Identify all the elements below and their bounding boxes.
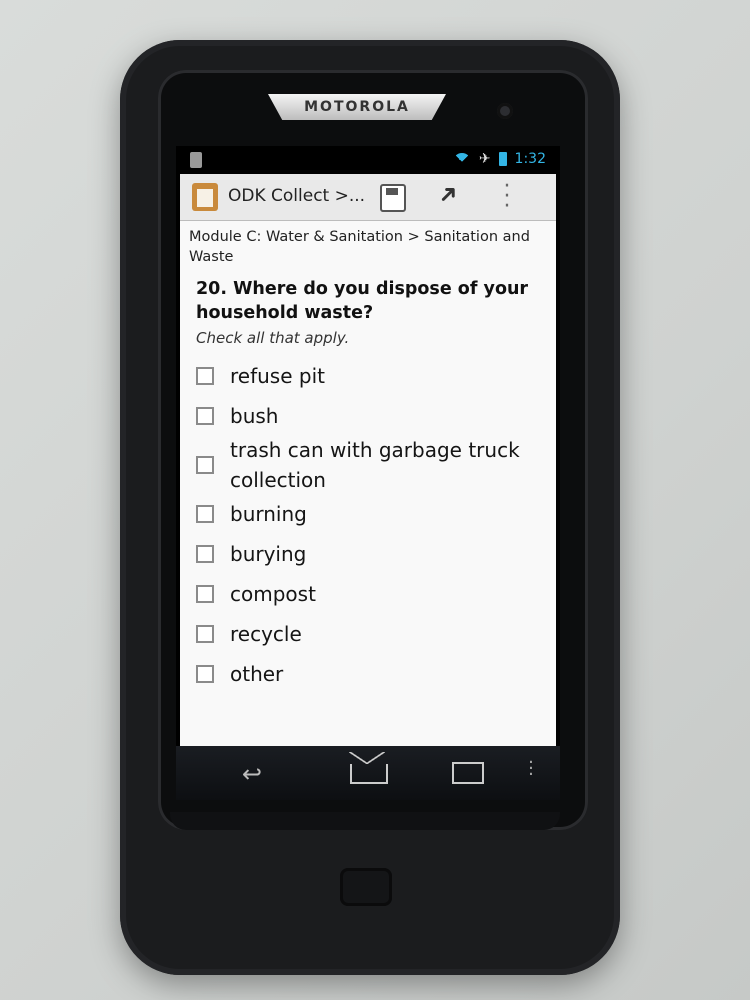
checkbox[interactable] <box>196 545 214 563</box>
action-bar: ODK Collect >... ➜ · · · <box>180 174 556 221</box>
checkbox[interactable] <box>196 585 214 603</box>
option-label[interactable]: bush <box>230 401 278 431</box>
airplane-icon: ✈ <box>478 151 491 167</box>
menu-icon[interactable]: · · · <box>528 754 534 784</box>
checkbox[interactable] <box>196 367 214 385</box>
form-content: Module C: Water & Sanitation > Sanitatio… <box>180 221 556 751</box>
option-label[interactable]: other <box>230 659 283 689</box>
option-row[interactable]: burying <box>196 539 546 569</box>
screen: ✈ 1:32 ODK Collect >... ➜ · · · Module C: … <box>176 146 560 800</box>
status-icons: ✈ 1:32 <box>452 151 546 171</box>
overflow-menu-icon[interactable]: · · · <box>502 176 512 218</box>
front-camera <box>497 103 513 119</box>
option-label[interactable]: refuse pit <box>230 361 325 391</box>
option-label[interactable]: compost <box>230 579 316 609</box>
option-label[interactable]: trash can with garbage truck collection <box>230 435 540 495</box>
status-bar: ✈ 1:32 <box>176 146 560 174</box>
phone-bottom-bezel <box>170 812 560 830</box>
question-text: 20. Where do you dispose of your househo… <box>196 279 529 323</box>
option-label[interactable]: burning <box>230 499 307 529</box>
option-row[interactable]: trash can with garbage truck collection <box>196 435 546 495</box>
goto-arrow-icon[interactable]: ➜ <box>431 177 465 211</box>
case-notch <box>340 868 392 906</box>
sd-card-icon <box>190 152 202 168</box>
option-row[interactable]: other <box>196 659 546 689</box>
brand-plate: MOTOROLA <box>268 94 446 120</box>
option-row[interactable]: bush <box>196 401 546 431</box>
back-icon[interactable]: ↩ <box>242 760 262 788</box>
option-row[interactable]: refuse pit <box>196 361 546 391</box>
checkbox[interactable] <box>196 456 214 474</box>
option-row[interactable]: compost <box>196 579 546 609</box>
checkbox[interactable] <box>196 625 214 643</box>
question-hint: Check all that apply. <box>196 329 350 347</box>
option-row[interactable]: recycle <box>196 619 546 649</box>
app-clipboard-icon[interactable] <box>192 183 218 211</box>
recent-apps-icon[interactable] <box>452 762 484 784</box>
option-row[interactable]: burning <box>196 499 546 529</box>
status-time: 1:32 <box>514 151 546 167</box>
checkbox[interactable] <box>196 665 214 683</box>
brand-logo: MOTOROLA <box>304 99 410 115</box>
option-label[interactable]: recycle <box>230 619 302 649</box>
checkbox[interactable] <box>196 505 214 523</box>
save-icon[interactable] <box>380 184 406 212</box>
battery-icon <box>498 152 507 166</box>
home-icon[interactable] <box>349 752 388 784</box>
wifi-icon <box>452 153 471 171</box>
system-nav-bar: ↩ · · · <box>176 746 560 800</box>
breadcrumb: Module C: Water & Sanitation > Sanitatio… <box>189 229 530 265</box>
app-title[interactable]: ODK Collect >... <box>228 186 365 206</box>
checkbox[interactable] <box>196 407 214 425</box>
option-label[interactable]: burying <box>230 539 306 569</box>
